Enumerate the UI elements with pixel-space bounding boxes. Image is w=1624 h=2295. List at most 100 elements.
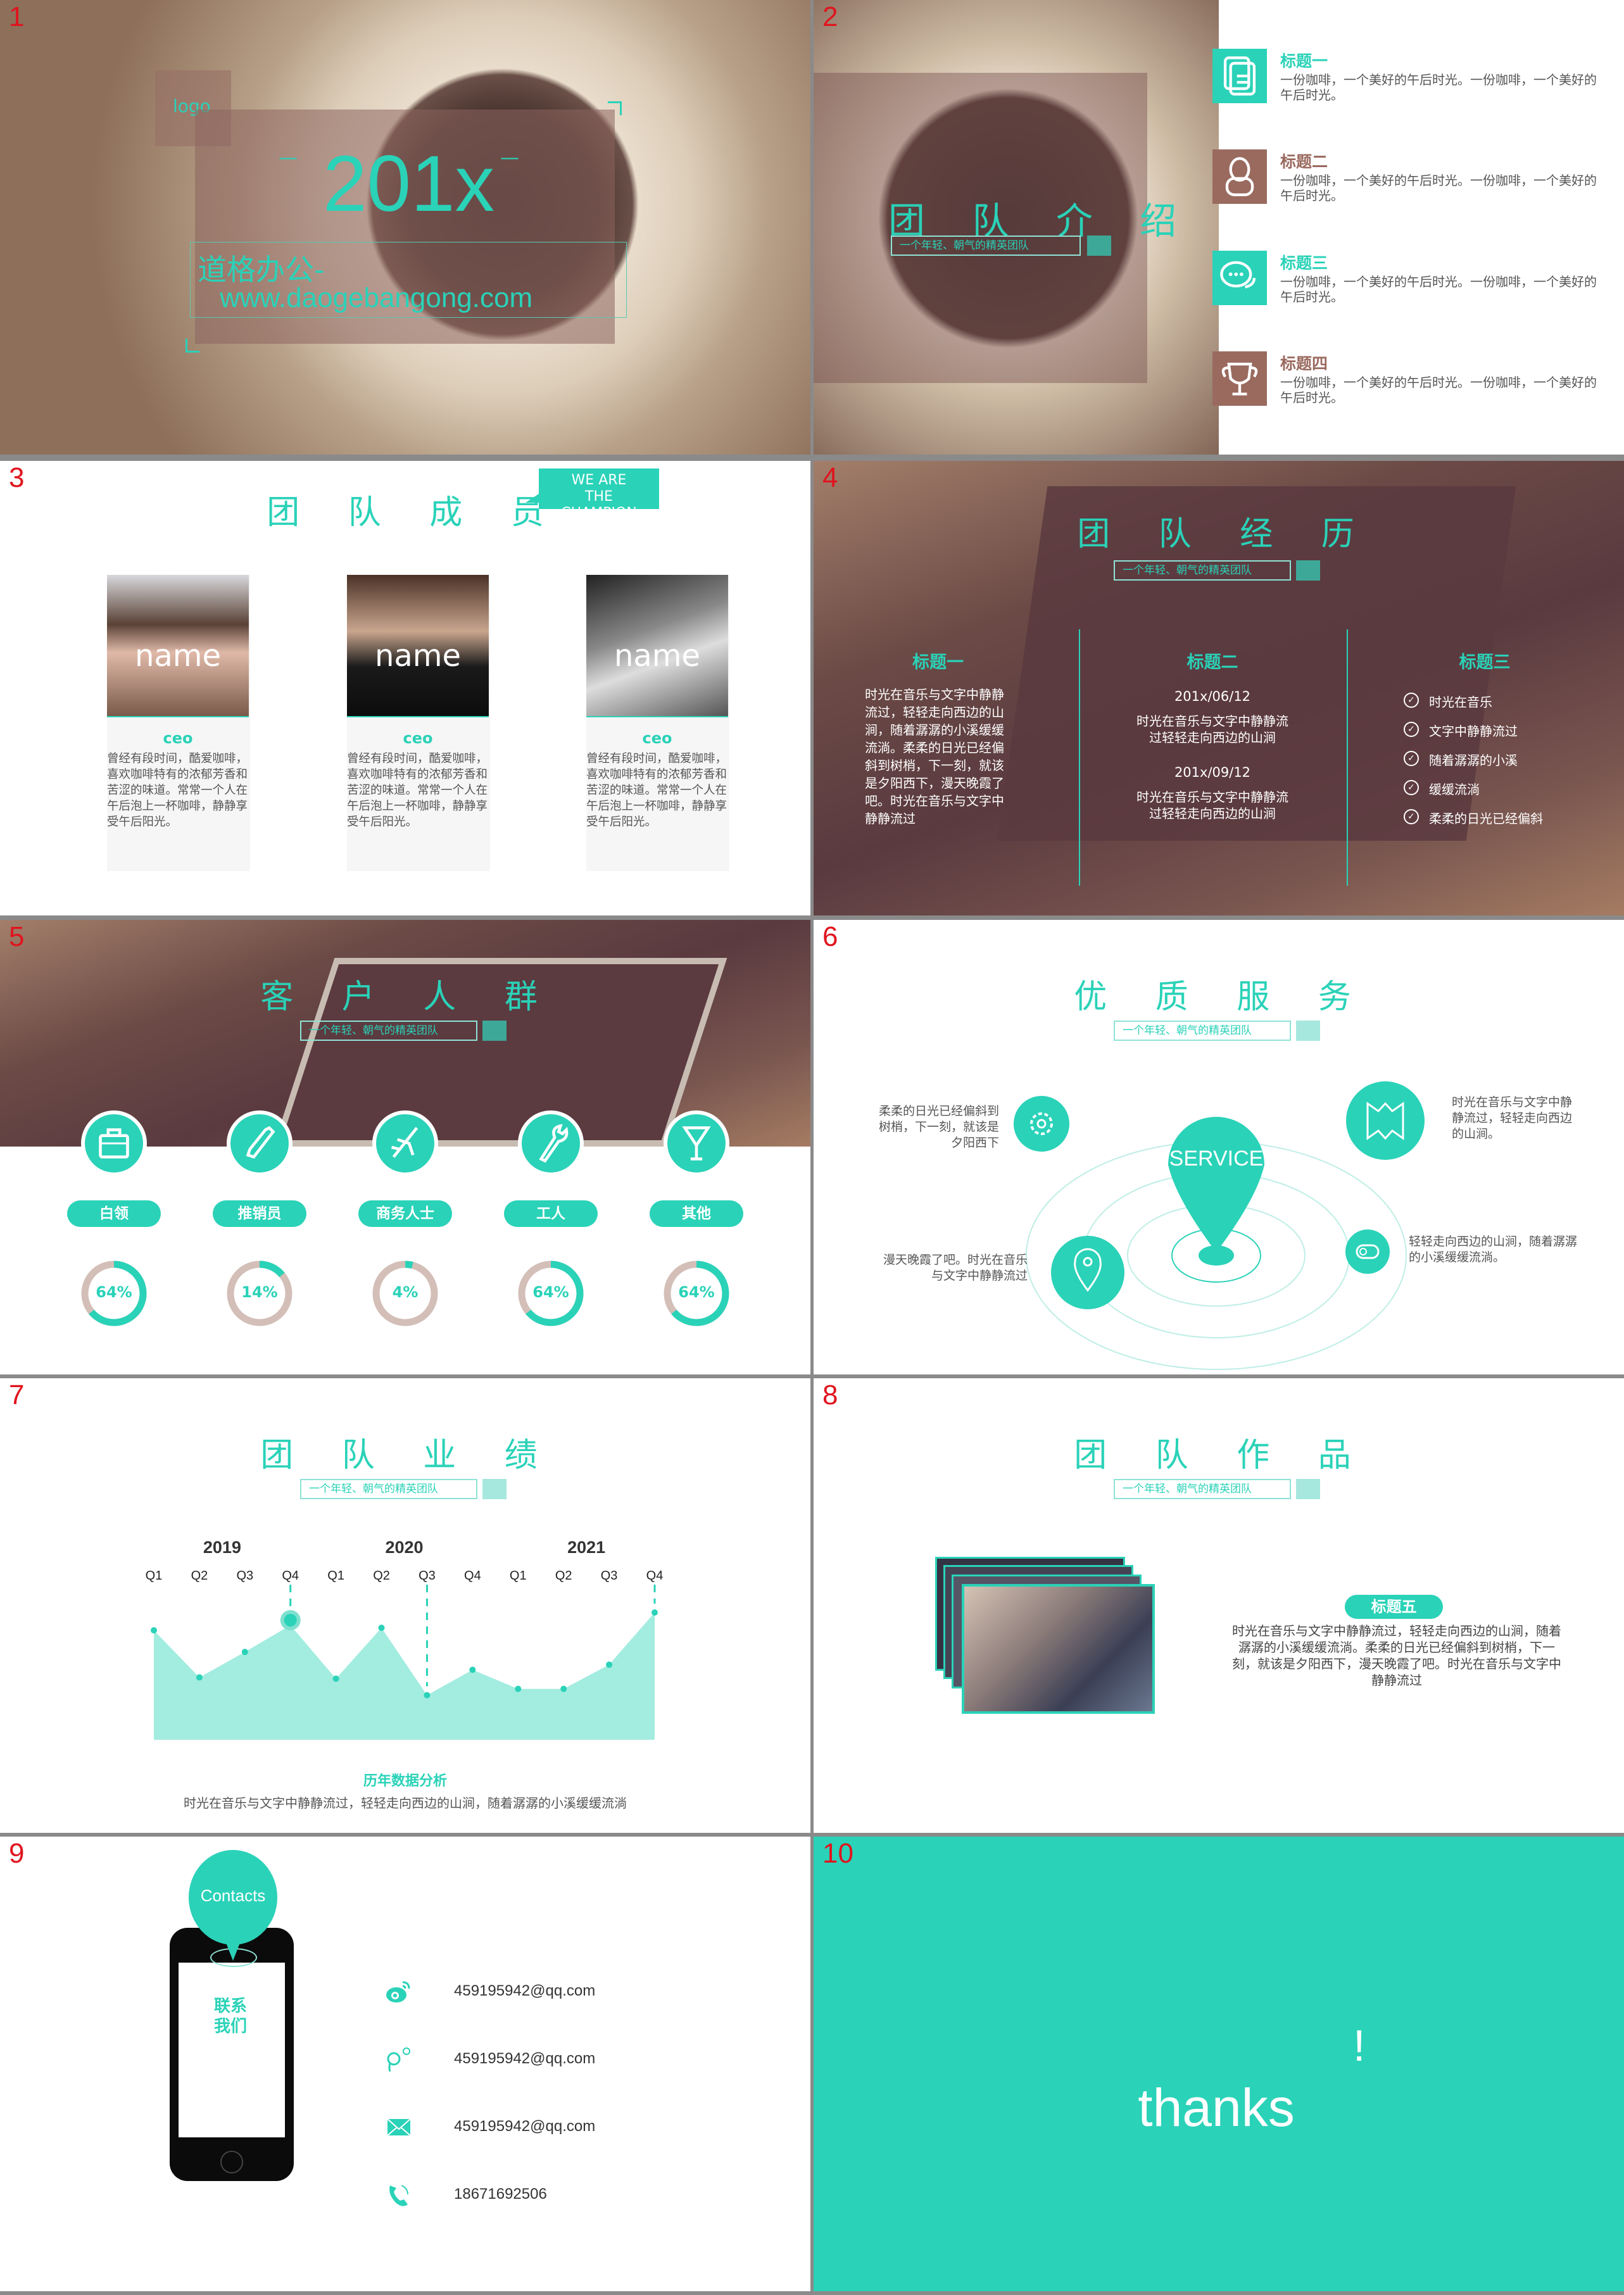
user-tile: [1212, 149, 1267, 204]
member-role: ceo: [403, 729, 433, 747]
data-point: [560, 1685, 567, 1692]
corner-bracket: [186, 339, 199, 353]
list-item: 柔柔的日光已经偏斜: [1429, 811, 1543, 826]
check-circle-icon: ✓: [1404, 722, 1419, 737]
year-label: 2019: [203, 1538, 241, 1557]
quarter-tick-label: Q4: [282, 1569, 299, 1583]
data-point: [241, 1649, 248, 1656]
list-item: 随着潺潺的小溪: [1429, 753, 1518, 768]
slide-4[interactable]: 4 团 队 经 历 一个年轻、朝气的精英团队 标题一 时光在音乐与文字中静静流过…: [814, 461, 1624, 915]
trophy-icon: [1221, 362, 1258, 396]
slide-number: 6: [822, 921, 838, 952]
url-text[interactable]: www.daogebangong.com: [220, 282, 532, 314]
slide-6[interactable]: 6 优 质 服 务 一个年轻、朝气的精英团队 SERVICE 柔柔的日光已经偏斜…: [814, 920, 1624, 1374]
item-text: 一份咖啡，一个美好的午后时光。一份咖啡，一个美好的午后时光。: [1280, 274, 1597, 305]
subtitle-box: 一个年轻、朝气的精英团队: [891, 236, 1081, 256]
data-point: [378, 1625, 385, 1632]
check-circle-icon: ✓: [1404, 780, 1419, 795]
contact-value[interactable]: 18671692506: [454, 2185, 547, 2203]
divider: [1347, 629, 1348, 886]
quarter-tick-label: Q1: [327, 1569, 344, 1583]
chart-description: 时光在音乐与文字中静静流过，轻轻走向西边的山涧，随着潺潺的小溪缓缓流淌: [184, 1795, 627, 1811]
contacts-label: Contacts: [200, 1886, 266, 1905]
item-text: 一份咖啡，一个美好的午后时光。一份咖啡，一个美好的午后时光。: [1280, 173, 1597, 203]
slide-2[interactable]: 2 团 队 介 绍 一个年轻、朝气的精英团队 标题一 一份咖啡，一个美好的午后时光…: [814, 0, 1624, 455]
wrench-badge: [518, 1110, 584, 1176]
data-point: [196, 1674, 203, 1681]
item-title: 标题一: [1280, 52, 1328, 70]
dash-left: —: [279, 147, 298, 169]
gear-icon: [1014, 1096, 1069, 1152]
champion-badge: WE ARE THE CHAMPION: [539, 468, 659, 521]
slide-number: 10: [822, 1838, 853, 1869]
data-point: [424, 1692, 431, 1699]
badge-pointer: [526, 493, 541, 503]
subtitle-box: 一个年轻、朝气的精英团队: [1114, 1479, 1291, 1499]
section-title: 团 队 成 员: [267, 494, 563, 532]
check-circle-icon: ✓: [1404, 693, 1419, 708]
corner-bracket: [608, 101, 622, 115]
check-circle-icon: ✓: [1404, 751, 1419, 766]
quarter-tick-label: Q1: [146, 1569, 163, 1583]
subtitle-square: [1296, 560, 1320, 581]
user-icon: [1225, 157, 1254, 196]
check-circle-icon: ✓: [1404, 809, 1419, 824]
quarter-tick-label: Q2: [373, 1569, 390, 1583]
subtitle-square: [482, 1021, 507, 1041]
contact-value[interactable]: 459195942@qq.com: [454, 2050, 595, 2068]
slide-number: 8: [822, 1380, 838, 1411]
mail-icon: [387, 2118, 411, 2136]
slide-1[interactable]: 1 logo — 201x — 道格办公- www.daogebangong.c…: [0, 0, 810, 455]
phone-screen: [179, 1963, 285, 2137]
airplane-badge: [372, 1110, 438, 1176]
member-role: ceo: [163, 729, 193, 747]
quarter-tick-label: Q3: [601, 1569, 618, 1583]
column-text: 时光在音乐与文字中静静流过，轻轻走向西边的山涧，随着潺潺的小溪缓缓流淌。柔柔的日…: [865, 687, 1004, 826]
qq-icon: [387, 2047, 410, 2072]
slide-5[interactable]: 5 客 户 人 群 一个年轻、朝气的精英团队 白领 64% 推销员 14% 商务人士 4%…: [0, 920, 810, 1374]
data-point: [651, 1609, 658, 1616]
phone-icon: [246, 1126, 275, 1159]
contact-value[interactable]: 459195942@qq.com: [454, 1982, 595, 2000]
list-item: 文字中静静流过: [1429, 724, 1518, 739]
contact-value[interactable]: 459195942@qq.com: [454, 2118, 595, 2135]
briefcase-badge: [81, 1110, 147, 1176]
airplane-icon: [391, 1127, 419, 1158]
percent-label: 4%: [392, 1283, 419, 1301]
list-item: 时光在音乐: [1429, 695, 1492, 710]
section-title: 团 队 作 品: [1074, 1437, 1370, 1474]
group-label: 商务人士: [358, 1200, 452, 1227]
toggle-icon: [1345, 1229, 1390, 1274]
work-tag: 标题五: [1345, 1595, 1443, 1619]
document-tile: [1212, 49, 1267, 103]
work-text: 时光在音乐与文字中静静流过，轻轻走向西边的山涧，随着潺潺的小溪缓缓流淌。柔柔的日…: [1232, 1623, 1561, 1688]
performance-chart: Q1 Q2 Q3 Q4 Q1 Q2 Q3 Q4 Q1 Q2 Q3 Q4 2019 2020 2021: [146, 1538, 663, 1740]
quarter-tick-label: Q3: [419, 1569, 436, 1583]
slide-number: 7: [9, 1380, 25, 1411]
list-item: 缓缓流淌: [1429, 782, 1480, 797]
member-role: ceo: [642, 729, 672, 747]
quarter-tick-label: Q2: [191, 1569, 208, 1583]
location-text: 漫天晚霞了吧。时光在音乐与文字中静静流过: [883, 1253, 1028, 1283]
data-point: [515, 1685, 522, 1692]
phone-badge: [227, 1110, 293, 1176]
slide-10[interactable]: 10 thanks !: [814, 1837, 1624, 2291]
data-point: [284, 1614, 297, 1627]
slide-7[interactable]: 7 团 队 业 绩 一个年轻、朝气的精英团队 Q1 Q2 Q3 Q4 Q1 Q2 Q3 Q4 Q…: [0, 1378, 810, 1833]
item-title: 标题三: [1280, 254, 1328, 272]
slide-number: 4: [822, 462, 838, 493]
phone-icon: [389, 2185, 408, 2206]
column-title: 标题三: [1459, 653, 1511, 672]
member-bio: 曾经有段时间，酷爱咖啡，喜欢咖啡特有的浓郁芳香和苦涩的味道。常常一个人在午后泡上…: [586, 752, 727, 829]
member-bio: 曾经有段时间，酷爱咖啡，喜欢咖啡特有的浓郁芳香和苦涩的味道。常常一个人在午后泡上…: [107, 752, 248, 829]
dash-right: —: [500, 147, 519, 169]
wrench-icon: [539, 1124, 569, 1163]
slide-number: 1: [9, 1, 25, 32]
year-label: 2021: [567, 1538, 605, 1557]
slide-8[interactable]: 8 团 队 作 品 一个年轻、朝气的精英团队 标题五 时光在音乐与文字中静静流过…: [814, 1378, 1624, 1833]
timeline-date: 201x/06/12: [1174, 689, 1251, 704]
slide-9[interactable]: 9 Contacts 联系我们 459195942@qq.com 45919594…: [0, 1837, 810, 2291]
area-series: [154, 1613, 655, 1740]
slide-3[interactable]: 3 团 队 成 员 WE ARE THE CHAMPION name ceo 曾经有…: [0, 461, 810, 915]
group-label: 白领: [67, 1200, 161, 1227]
